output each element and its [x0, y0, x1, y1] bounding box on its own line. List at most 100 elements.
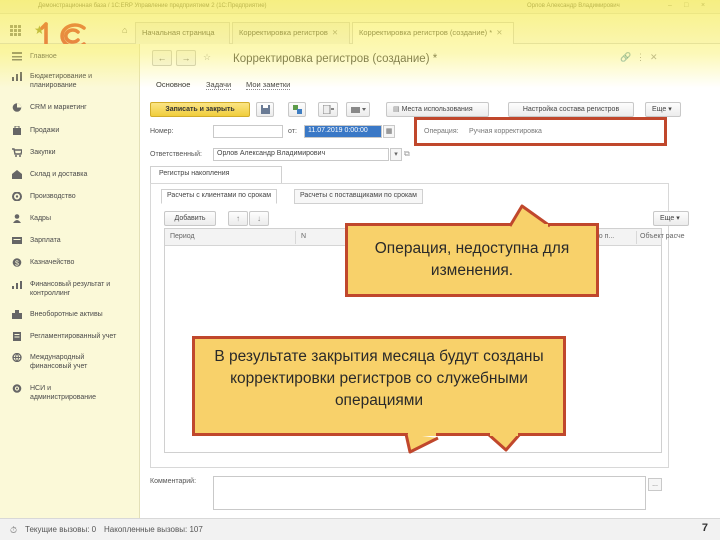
- sidebar-item-regulated-accounting[interactable]: Регламентированный учет: [12, 332, 116, 341]
- sidebar-item-label: Продажи: [30, 127, 60, 134]
- svg-text:$: $: [15, 260, 19, 267]
- sidebar-item-crm[interactable]: CRM и маркетинг: [12, 103, 87, 112]
- date-field[interactable]: 11.07.2019 0:00:00: [304, 125, 382, 138]
- sections-sidebar: Главное Бюджетирование и планирование CR…: [0, 44, 140, 518]
- number-label: Номер:: [150, 128, 174, 135]
- column-divider: [295, 231, 296, 244]
- tab-label: Корректировка регистров: [239, 28, 328, 37]
- usage-places-button[interactable]: ▤ Места использования: [386, 102, 489, 117]
- operation-callout-pointer: [508, 204, 551, 230]
- close-window-icon[interactable]: ×: [701, 2, 705, 9]
- usage-label: Места использования: [401, 106, 473, 113]
- tab-main[interactable]: Основное: [156, 80, 190, 89]
- form-title: Корректировка регистров (создание) *: [233, 53, 438, 65]
- tab-my-notes[interactable]: Мои заметки: [246, 80, 291, 90]
- factory-icon: [12, 192, 22, 201]
- comment-label: Комментарий:: [150, 478, 197, 485]
- sidebar-item-label: Международный финансовый учет: [30, 354, 88, 370]
- operation-callout: Операция, недоступна для изменения.: [345, 223, 599, 297]
- move-up-icon[interactable]: ↑: [228, 211, 248, 226]
- tab-tasks[interactable]: Задачи: [206, 80, 232, 90]
- open-icon[interactable]: ⧉: [404, 149, 410, 159]
- cart-icon: [12, 148, 22, 157]
- sidebar-item-production[interactable]: Производство: [12, 192, 76, 201]
- sidebar-item-label: Бюджетирование и планирование: [30, 73, 93, 89]
- date-label: от:: [288, 128, 297, 135]
- sidebar-item-finance[interactable]: Финансовый результат и контроллинг: [12, 280, 139, 298]
- slide-page-number: 7: [701, 522, 708, 534]
- back-button[interactable]: ←: [152, 50, 172, 66]
- globe-icon: [12, 353, 22, 362]
- salary-icon: [12, 237, 22, 244]
- tab-accumulation-registers[interactable]: Регистры накопления: [150, 166, 282, 183]
- move-down-icon[interactable]: ↓: [249, 211, 269, 226]
- sidebar-item-treasury[interactable]: $ Казначейство: [12, 258, 74, 267]
- close-tab-icon[interactable]: ✕: [332, 28, 338, 37]
- responsible-dropdown-icon[interactable]: ▾: [390, 148, 402, 161]
- sidebar-item-fixed-assets[interactable]: Внеоборотные активы: [12, 310, 103, 319]
- tab-register-correction-new[interactable]: Корректировка регистров (создание) * ✕: [352, 22, 514, 44]
- tab-supplier-settlements[interactable]: Расчеты с поставщиками по срокам: [294, 189, 423, 204]
- callout-text: В результате закрытия месяца будут созда…: [214, 348, 544, 409]
- ledger-icon: [13, 332, 21, 341]
- chevron-down-icon: ▾: [674, 215, 680, 222]
- comment-field[interactable]: [213, 476, 646, 510]
- number-field[interactable]: [213, 125, 283, 138]
- pie-icon: [12, 103, 22, 112]
- home-icon[interactable]: ⌂: [122, 25, 127, 35]
- column-number[interactable]: N: [301, 233, 306, 240]
- sidebar-item-label: Внеоборотные активы: [30, 311, 103, 318]
- current-user[interactable]: Орлов Александр Владимирович: [527, 3, 620, 9]
- responsible-field[interactable]: Орлов Александр Владимирович: [213, 148, 389, 161]
- operation-highlight: [414, 117, 667, 146]
- more-button[interactable]: Еще ▾: [645, 102, 681, 117]
- sidebar-item-admin[interactable]: НСИ и администрирование: [12, 384, 110, 402]
- favorite-star-icon[interactable]: ☆: [203, 52, 211, 63]
- sidebar-item-international-accounting[interactable]: Международный финансовый учет: [12, 353, 120, 371]
- sidebar-item-salary[interactable]: Зарплата: [12, 236, 61, 245]
- comment-expand-button[interactable]: ...: [648, 478, 662, 491]
- finance-icon: [12, 281, 22, 289]
- tab-home[interactable]: Начальная страница: [135, 22, 230, 44]
- sidebar-item-label: Зарплата: [30, 237, 61, 244]
- maximize-icon[interactable]: □: [684, 2, 688, 9]
- sections-grid-icon[interactable]: [10, 25, 21, 36]
- sidebar-item-hr[interactable]: Кадры: [12, 214, 51, 223]
- print-button[interactable]: [346, 102, 370, 117]
- sidebar-item-main[interactable]: Главное: [12, 52, 57, 61]
- more-options-icon[interactable]: ⋮: [636, 52, 645, 63]
- link-icon[interactable]: 🔗: [620, 52, 631, 63]
- register-setup-button[interactable]: Настройка состава регистров: [508, 102, 634, 117]
- close-tab-icon[interactable]: ✕: [496, 28, 502, 37]
- save-button[interactable]: [256, 102, 274, 117]
- sidebar-item-label: Финансовый результат и контроллинг: [30, 281, 111, 297]
- tab-customer-settlements[interactable]: Расчеты с клиентами по срокам: [161, 189, 278, 204]
- budget-icon: [12, 72, 22, 81]
- calendar-icon[interactable]: ▦: [383, 125, 395, 138]
- sidebar-item-sales[interactable]: Продажи: [12, 126, 59, 135]
- window-title-bar: Демонстрационная база / 1С:ERP Управлени…: [0, 0, 720, 14]
- report-button[interactable]: [318, 102, 338, 117]
- minimize-icon[interactable]: –: [668, 2, 672, 9]
- column-settlement-object[interactable]: Объект расче: [640, 233, 685, 240]
- sidebar-item-label: Закупки: [30, 149, 56, 156]
- report-icon: [323, 105, 334, 114]
- sidebar-item-purchases[interactable]: Закупки: [12, 148, 56, 157]
- column-period[interactable]: Период: [170, 233, 195, 240]
- warehouse-icon: [12, 170, 22, 179]
- month-closing-callout-pointer: [404, 429, 522, 454]
- add-row-button[interactable]: Добавить: [164, 211, 216, 226]
- sidebar-item-label: НСИ и администрирование: [30, 385, 96, 401]
- structure-button[interactable]: [288, 102, 306, 117]
- usage-icon: ▤: [393, 106, 402, 113]
- tab-register-correction[interactable]: Корректировка регистров ✕: [232, 22, 350, 44]
- person-icon: [13, 214, 21, 223]
- post-and-close-button[interactable]: Записать и закрыть: [150, 102, 250, 117]
- sidebar-item-budgeting[interactable]: Бюджетирование и планирование: [12, 72, 139, 90]
- sidebar-item-label: Казначейство: [30, 259, 75, 266]
- forward-button[interactable]: →: [176, 50, 196, 66]
- more-label: Еще: [660, 215, 675, 222]
- sidebar-item-warehouse[interactable]: Склад и доставка: [12, 170, 87, 179]
- table-more-button[interactable]: Еще ▾: [653, 211, 689, 226]
- close-form-icon[interactable]: ✕: [650, 52, 658, 63]
